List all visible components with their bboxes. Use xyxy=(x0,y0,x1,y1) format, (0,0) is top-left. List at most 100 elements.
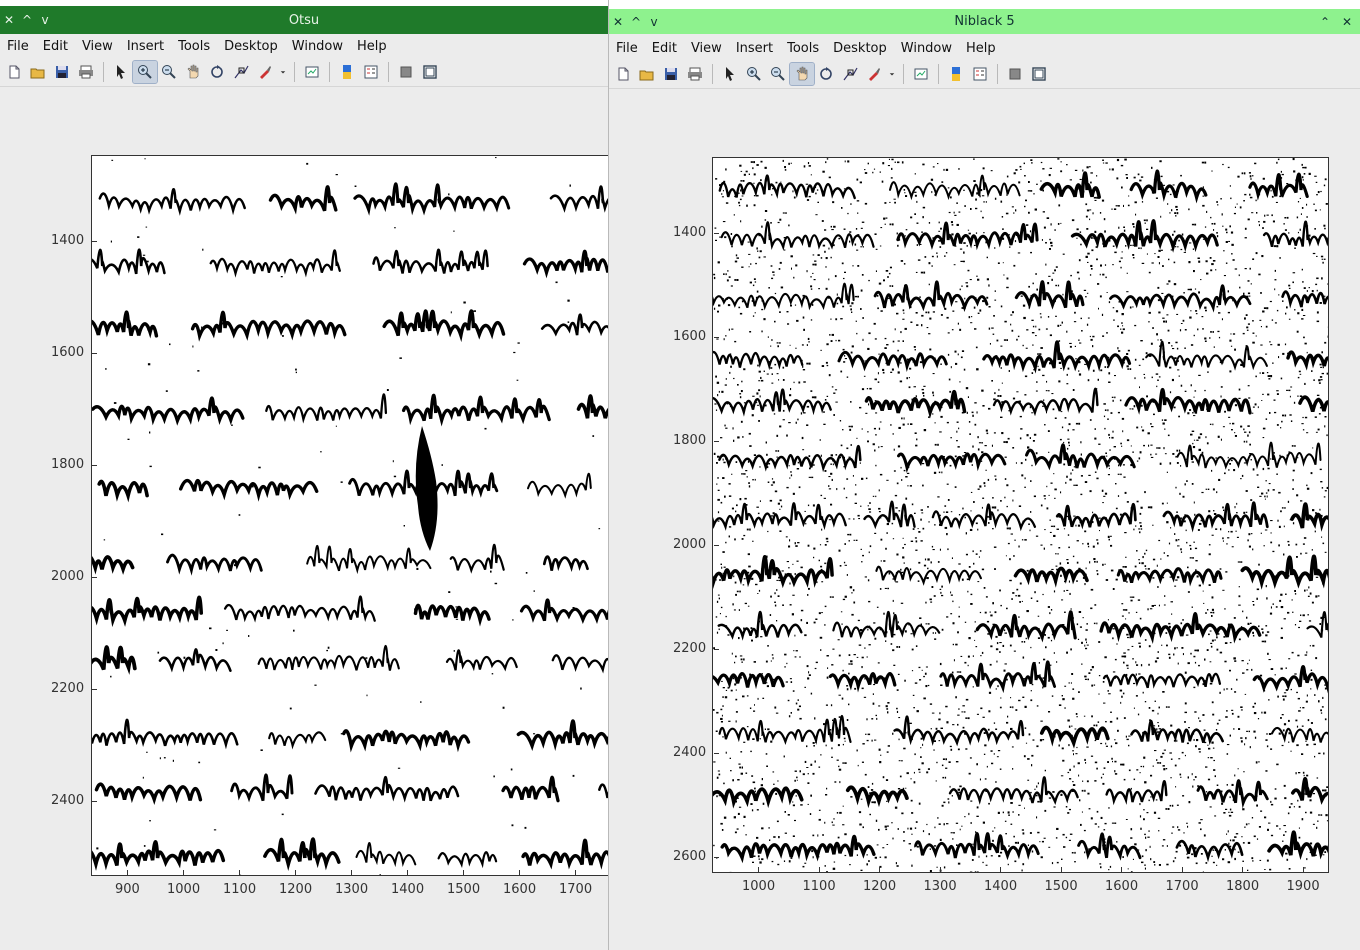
show-tools-icon[interactable] xyxy=(418,61,442,83)
menu-insert[interactable]: Insert xyxy=(120,39,171,54)
y-tick-mark xyxy=(714,337,719,338)
hide-tools-icon[interactable] xyxy=(1003,63,1027,85)
y-tick-label: 1600 xyxy=(51,345,85,360)
x-tick-mark xyxy=(575,870,576,875)
save-icon[interactable] xyxy=(659,63,683,85)
hide-tools-icon[interactable] xyxy=(394,61,418,83)
handwriting-stroke xyxy=(413,603,491,627)
handwriting-stroke xyxy=(717,610,803,641)
y-tick-label: 2000 xyxy=(51,569,85,584)
handwriting-stroke xyxy=(1102,672,1222,689)
minimize-icon[interactable]: v xyxy=(645,15,663,29)
handwriting-stroke xyxy=(540,313,608,337)
open-file-icon[interactable] xyxy=(26,61,50,83)
y-tick-label: 1800 xyxy=(673,433,707,448)
minimize-icon[interactable]: v xyxy=(36,13,54,27)
legend-icon[interactable] xyxy=(968,63,992,85)
brush-icon[interactable] xyxy=(862,63,886,85)
x-tick-mark xyxy=(1242,867,1243,872)
handwriting-stroke xyxy=(1176,441,1322,470)
close-icon[interactable]: ✕ xyxy=(1338,15,1356,29)
title-bar[interactable]: ✕ ^ v Otsu xyxy=(0,6,608,34)
menu-file[interactable]: File xyxy=(609,41,645,56)
handwriting-stroke xyxy=(713,502,847,531)
handwriting-stroke xyxy=(268,185,338,215)
menu-view[interactable]: View xyxy=(75,39,120,54)
pan-icon[interactable] xyxy=(789,62,815,86)
handwriting-stroke xyxy=(223,595,376,623)
open-file-icon[interactable] xyxy=(635,63,659,85)
maximize-icon[interactable]: ^ xyxy=(627,15,645,29)
menu-edit[interactable]: Edit xyxy=(645,41,684,56)
menu-insert[interactable]: Insert xyxy=(729,41,780,56)
colorbar-icon[interactable] xyxy=(944,63,968,85)
restore-icon[interactable]: ⌃ xyxy=(1316,15,1334,29)
y-tick-mark xyxy=(92,689,97,690)
y-tick-label: 2200 xyxy=(673,641,707,656)
pointer-icon[interactable] xyxy=(109,61,133,83)
legend-icon[interactable] xyxy=(359,61,383,83)
data-cursor-icon[interactable] xyxy=(229,61,253,83)
handwriting-stroke xyxy=(1130,719,1224,746)
menu-file[interactable]: File xyxy=(0,39,36,54)
x-tick-label: 1800 xyxy=(1226,879,1260,894)
zoom-in-icon[interactable] xyxy=(742,63,766,85)
handwriting-stroke xyxy=(1105,780,1168,807)
handwriting-stroke xyxy=(449,543,505,574)
menu-desktop[interactable]: Desktop xyxy=(217,39,285,54)
link-plot-icon[interactable] xyxy=(909,63,933,85)
y-tick-mark xyxy=(714,233,719,234)
print-icon[interactable] xyxy=(74,61,98,83)
y-tick-label: 2200 xyxy=(51,681,85,696)
image-axes[interactable] xyxy=(91,155,608,876)
pan-icon[interactable] xyxy=(181,61,205,83)
image-axes[interactable] xyxy=(712,157,1329,873)
title-bar[interactable]: ✕ ^ v Niblack 5 ⌃ ✕ xyxy=(609,9,1360,34)
colorbar-icon[interactable] xyxy=(335,61,359,83)
x-tick-label: 1400 xyxy=(984,879,1018,894)
zoom-in-icon[interactable] xyxy=(132,60,158,84)
data-cursor-icon[interactable] xyxy=(838,63,862,85)
print-icon[interactable] xyxy=(683,63,707,85)
menu-window[interactable]: Window xyxy=(894,41,959,56)
brush-icon[interactable] xyxy=(253,61,277,83)
menu-view[interactable]: View xyxy=(684,41,729,56)
menu-tools[interactable]: Tools xyxy=(171,39,217,54)
handwriting-stroke xyxy=(1252,665,1328,694)
maximize-icon[interactable]: ^ xyxy=(18,13,36,27)
zoom-out-icon[interactable] xyxy=(766,63,790,85)
dropdown-icon[interactable] xyxy=(277,61,289,83)
handwriting-stroke xyxy=(522,249,608,279)
menu-tools[interactable]: Tools xyxy=(780,41,826,56)
x-tick-mark xyxy=(351,870,352,875)
handwriting-stroke xyxy=(713,282,855,311)
handwriting-stroke xyxy=(1099,612,1262,645)
menu-desktop[interactable]: Desktop xyxy=(826,41,894,56)
dropdown-icon[interactable] xyxy=(886,63,898,85)
new-figure-icon[interactable] xyxy=(2,61,26,83)
rotate-icon[interactable] xyxy=(814,63,838,85)
x-tick-mark xyxy=(758,867,759,872)
handwriting-stroke xyxy=(519,598,608,624)
close-icon[interactable]: ✕ xyxy=(0,13,18,27)
handwriting-stroke xyxy=(1290,502,1328,532)
handwriting-stroke xyxy=(828,672,897,693)
close-icon[interactable]: ✕ xyxy=(609,15,627,29)
handwriting-stroke xyxy=(1109,284,1252,313)
rotate-icon[interactable] xyxy=(205,61,229,83)
menu-window[interactable]: Window xyxy=(285,39,350,54)
figure-toolbar xyxy=(0,58,608,87)
menu-help[interactable]: Help xyxy=(959,41,1003,56)
link-plot-icon[interactable] xyxy=(300,61,324,83)
zoom-out-icon[interactable] xyxy=(157,61,181,83)
menu-help[interactable]: Help xyxy=(350,39,394,54)
save-icon[interactable] xyxy=(50,61,74,83)
handwriting-stroke xyxy=(713,555,834,589)
handwriting-stroke xyxy=(549,185,608,213)
menu-edit[interactable]: Edit xyxy=(36,39,75,54)
handwriting-stroke xyxy=(982,340,1132,374)
handwriting-stroke xyxy=(94,782,203,805)
pointer-icon[interactable] xyxy=(718,63,742,85)
show-tools-icon[interactable] xyxy=(1027,63,1051,85)
new-figure-icon[interactable] xyxy=(611,63,635,85)
